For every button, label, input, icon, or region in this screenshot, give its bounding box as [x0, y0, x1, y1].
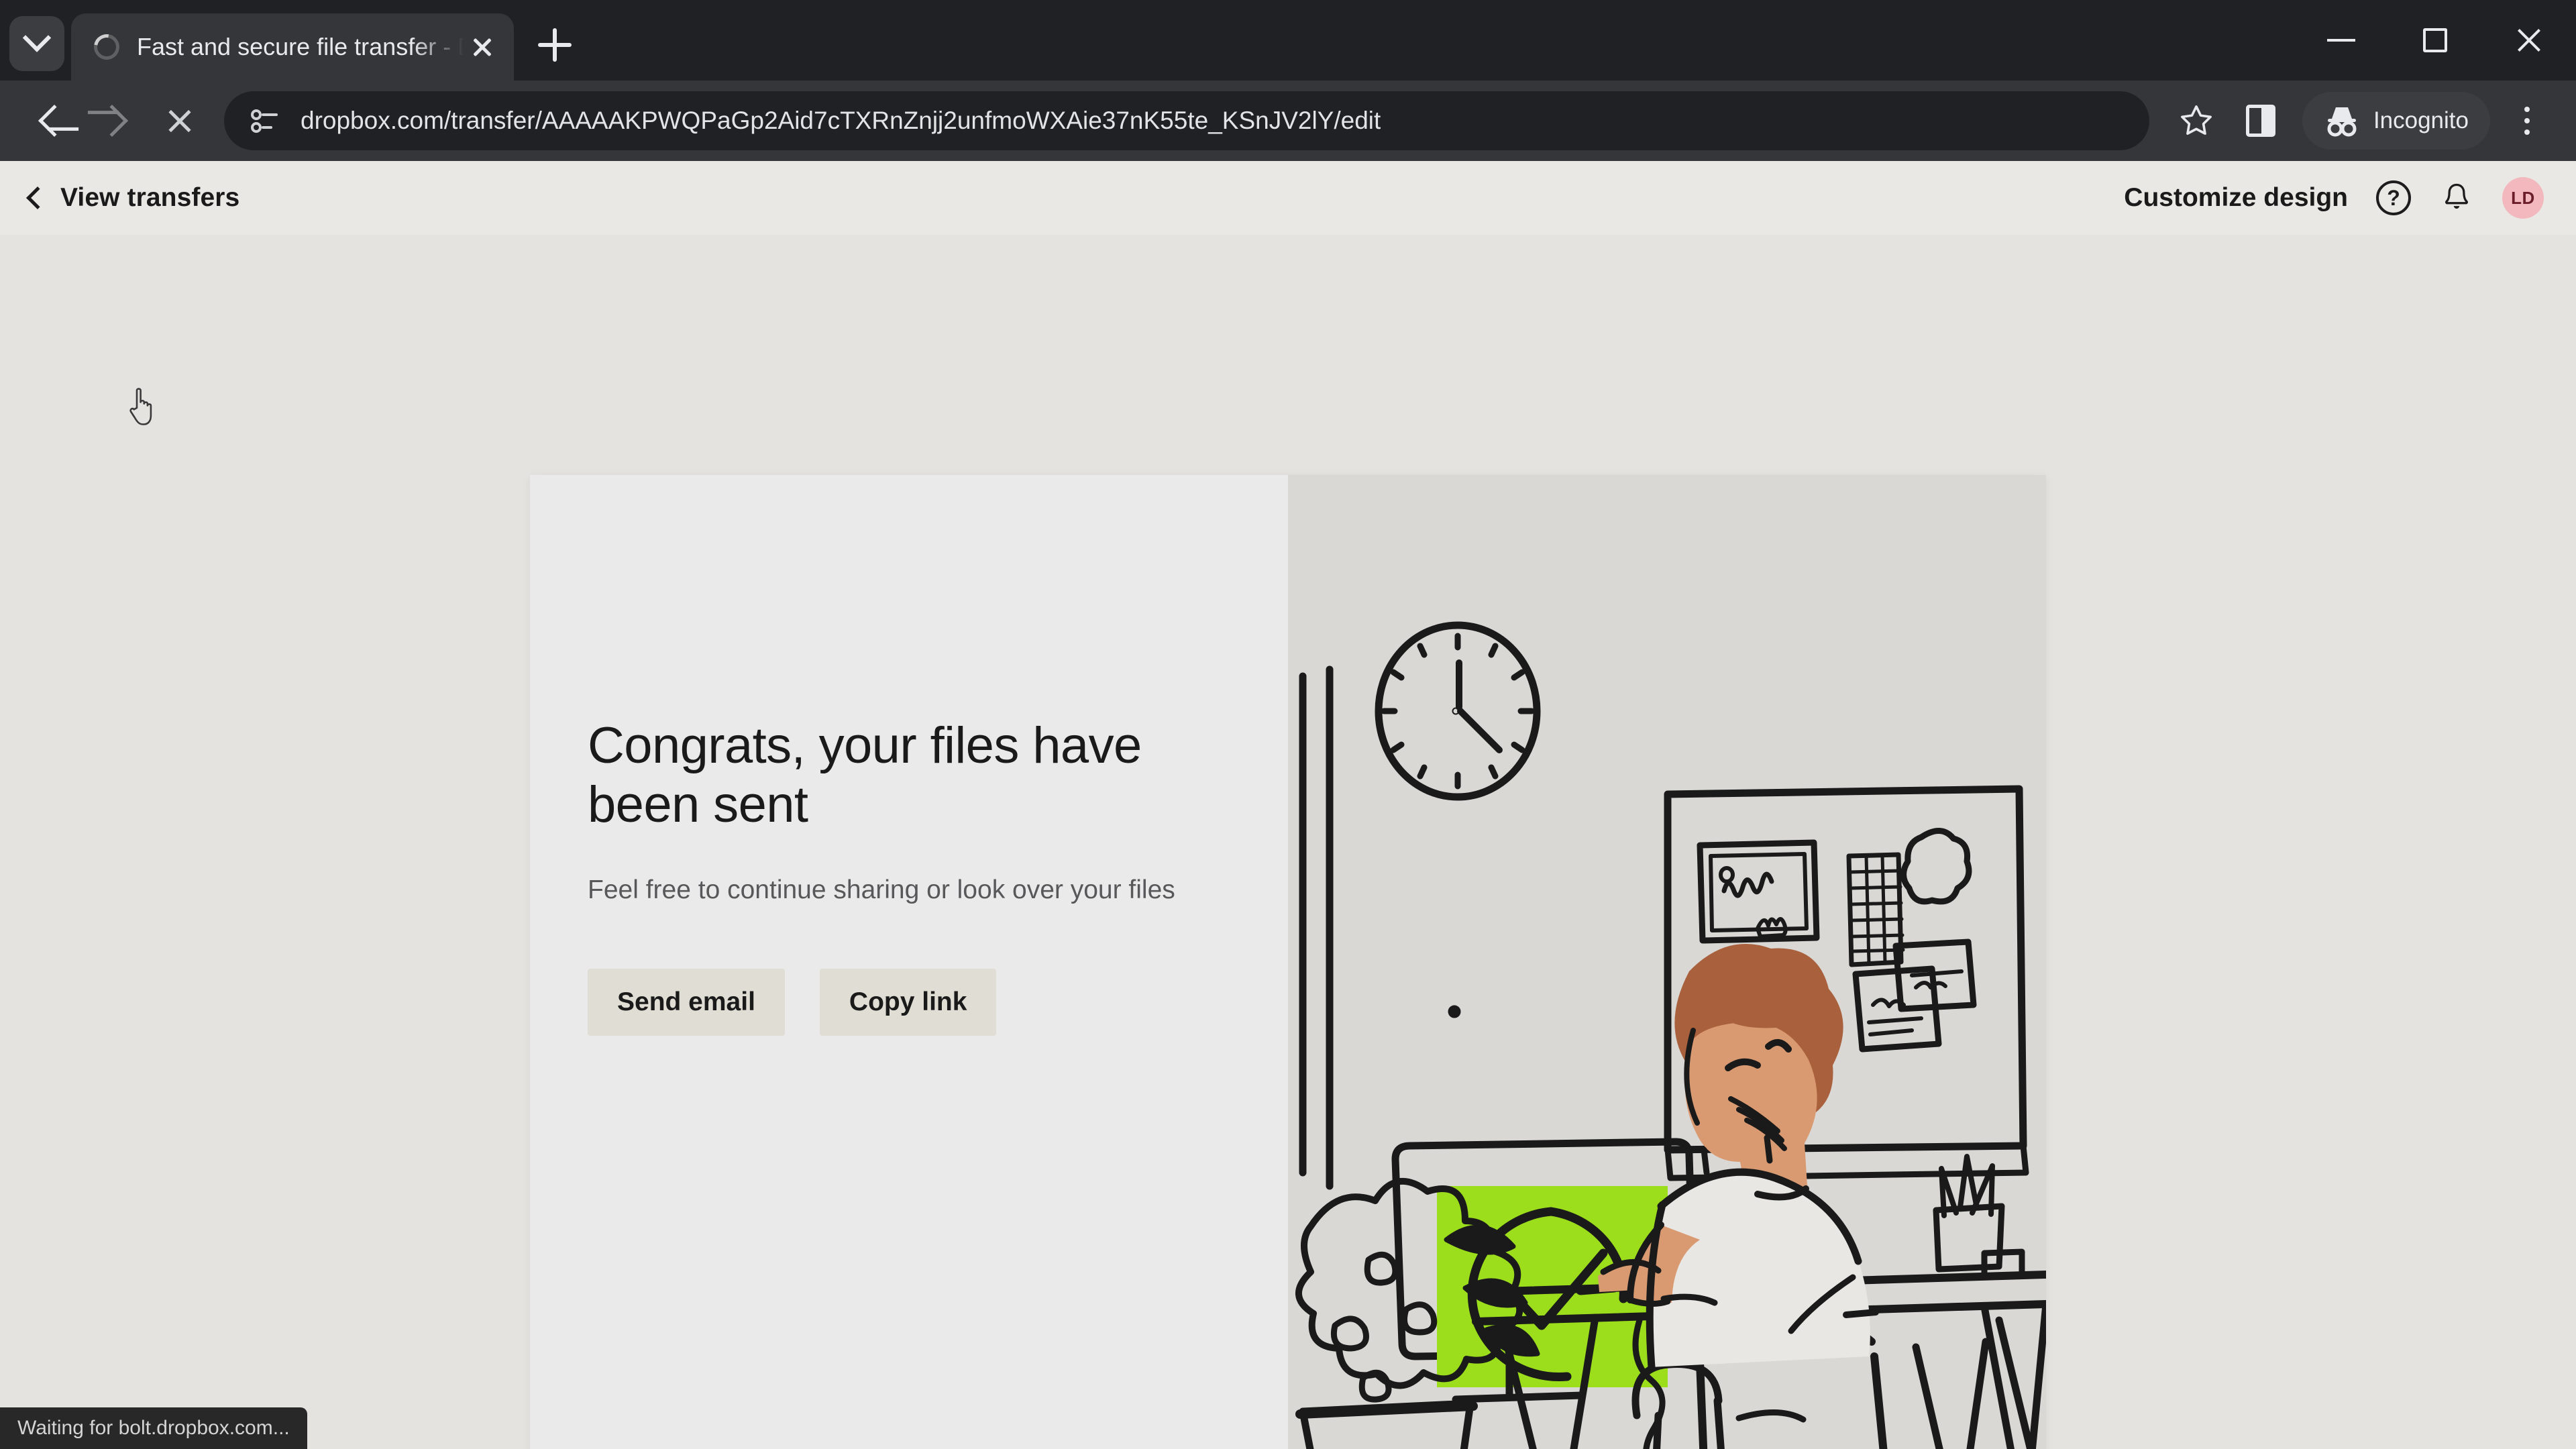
- tab-search-button[interactable]: [9, 16, 64, 71]
- kebab-menu-icon: [2524, 129, 2530, 135]
- chevron-down-icon: [22, 23, 52, 52]
- address-bar[interactable]: dropbox.com/transfer/AAAAAKPWQPaGp2Aid7c…: [224, 91, 2149, 150]
- app-header: View transfers Customize design ? LD: [0, 161, 2576, 235]
- back-button[interactable]: [19, 89, 83, 153]
- send-email-button[interactable]: Send email: [588, 969, 785, 1036]
- url-text: dropbox.com/transfer/AAAAAKPWQPaGp2Aid7c…: [301, 107, 1381, 134]
- status-bar: Waiting for bolt.dropbox.com...: [0, 1407, 307, 1449]
- browser-toolbar: dropbox.com/transfer/AAAAAKPWQPaGp2Aid7c…: [0, 80, 2576, 161]
- close-icon: [2514, 25, 2544, 55]
- close-icon[interactable]: [464, 29, 500, 65]
- window-controls: [2294, 0, 2576, 80]
- maximize-icon: [2423, 28, 2447, 52]
- incognito-indicator[interactable]: Incognito: [2302, 92, 2490, 150]
- chevron-left-icon: [26, 186, 49, 209]
- card-action-buttons: Send email Copy link: [588, 969, 1181, 1036]
- forward-button[interactable]: [83, 89, 148, 153]
- minimize-icon: [2327, 39, 2355, 42]
- page-info-icon[interactable]: [248, 105, 279, 136]
- copy-link-button[interactable]: Copy link: [819, 969, 997, 1036]
- question-mark-icon[interactable]: ?: [2376, 180, 2411, 215]
- bell-icon[interactable]: [2439, 180, 2474, 215]
- incognito-icon: [2327, 107, 2357, 137]
- close-window-button[interactable]: [2482, 0, 2576, 80]
- customize-design-button[interactable]: Customize design: [2124, 183, 2348, 213]
- browser-window: Fast and secure file transfer - Dr dropb…: [0, 0, 2576, 1449]
- spinner-icon: [89, 29, 125, 65]
- side-panel-icon: [2245, 105, 2275, 137]
- side-panel-button[interactable]: [2229, 89, 2293, 153]
- page-subtitle: Feel free to continue sharing or look ov…: [588, 875, 1175, 905]
- avatar[interactable]: LD: [2502, 177, 2544, 219]
- card-content-pane: Congrats, your files have been sent Feel…: [530, 475, 1288, 1449]
- arrow-right-icon: [95, 104, 129, 138]
- stop-loading-button[interactable]: [148, 89, 212, 153]
- maximize-button[interactable]: [2388, 0, 2482, 80]
- mouse-cursor-pointer: [129, 388, 152, 425]
- tab-title: Fast and secure file transfer - Dr: [137, 33, 464, 60]
- minimize-button[interactable]: [2294, 0, 2388, 80]
- person-at-desk-success-illustration: [1295, 621, 2046, 1449]
- stop-icon: [166, 107, 194, 135]
- browser-menu-button[interactable]: [2497, 89, 2557, 153]
- incognito-label: Incognito: [2373, 107, 2469, 133]
- browser-tab[interactable]: Fast and secure file transfer - Dr: [71, 13, 514, 80]
- new-tab-button[interactable]: [531, 21, 578, 68]
- view-transfers-label: View transfers: [60, 183, 240, 212]
- page-viewport: View transfers Customize design ? LD Con…: [0, 161, 2576, 1449]
- illustration-pane: [1288, 475, 2046, 1449]
- bookmark-button[interactable]: [2164, 89, 2229, 153]
- transfer-success-card: Congrats, your files have been sent Feel…: [530, 475, 2046, 1449]
- page-title: Congrats, your files have been sent: [588, 717, 1142, 834]
- header-actions: Customize design ? LD: [2124, 177, 2544, 219]
- view-transfers-link[interactable]: View transfers: [26, 183, 240, 213]
- kebab-menu-icon: [2524, 107, 2530, 112]
- star-icon: [2180, 105, 2212, 135]
- tab-strip: Fast and secure file transfer - Dr: [0, 0, 2576, 80]
- kebab-menu-icon: [2524, 118, 2530, 123]
- arrow-left-icon: [38, 104, 71, 138]
